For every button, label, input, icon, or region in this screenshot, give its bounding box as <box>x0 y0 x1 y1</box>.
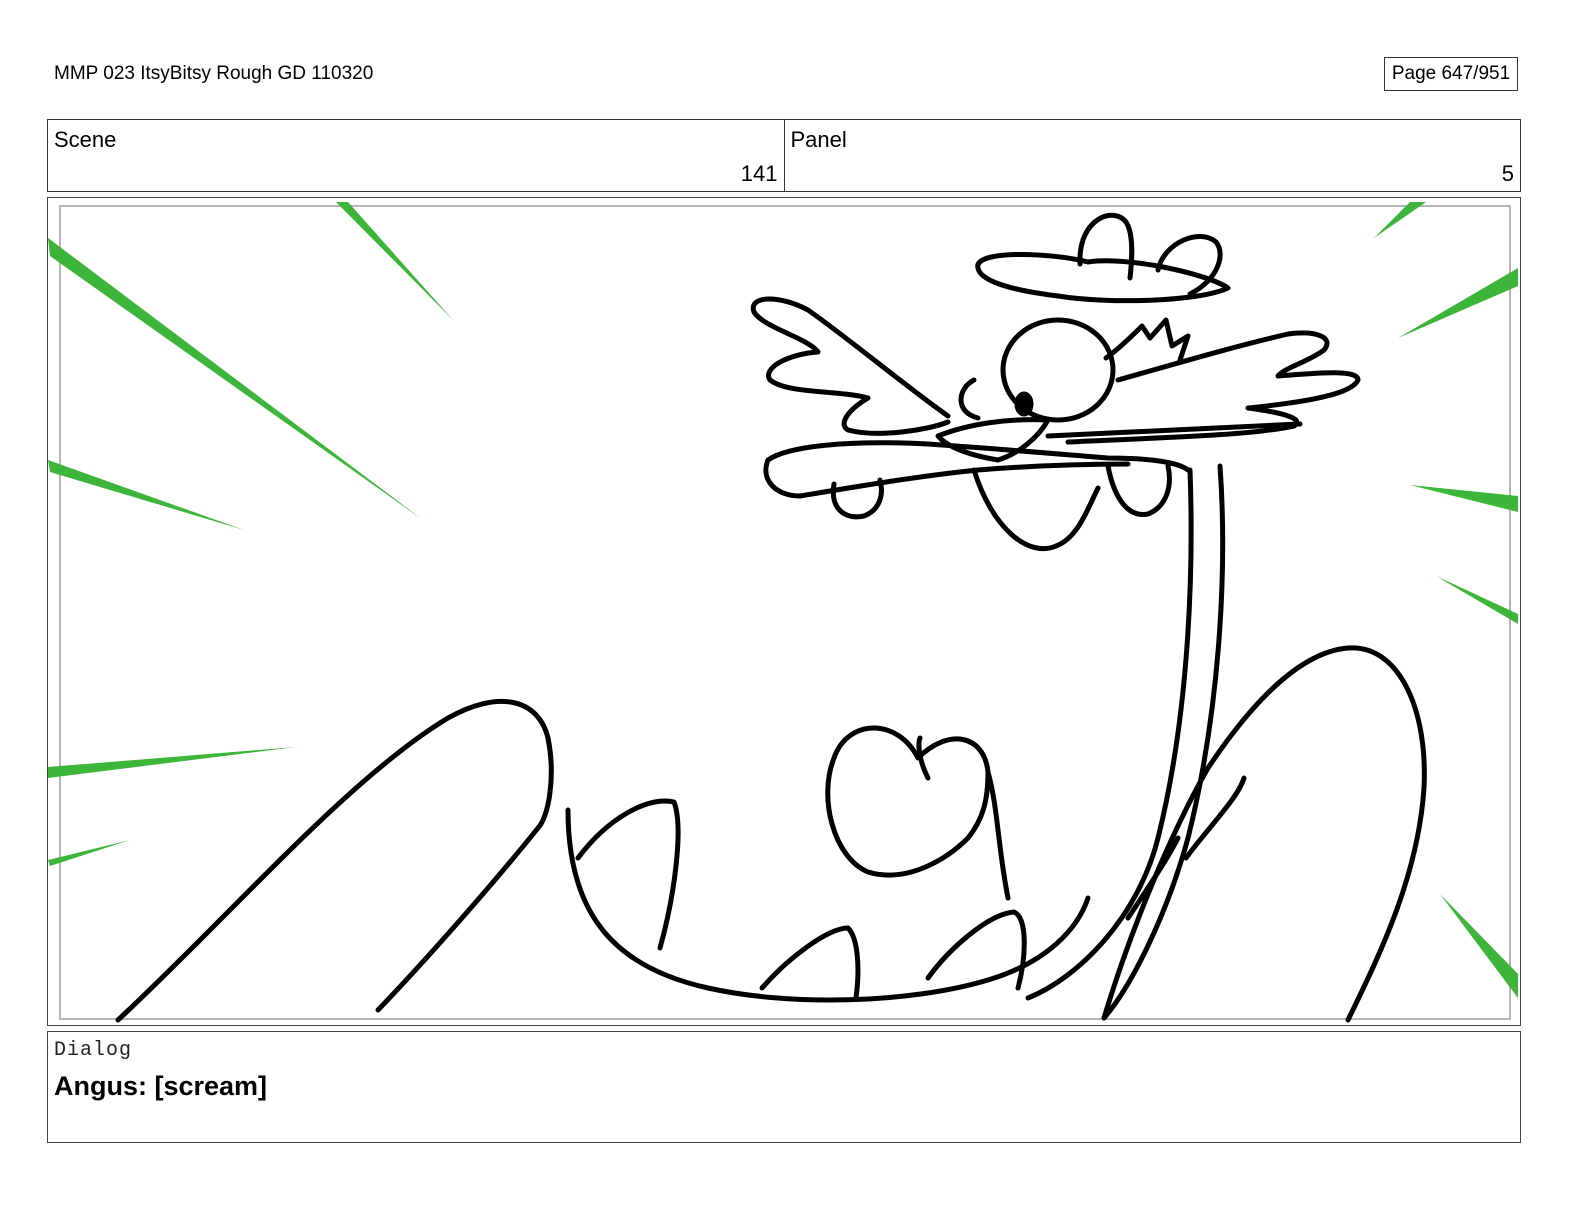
character-sketch <box>115 212 1427 1023</box>
document-title: MMP 023 ItsyBitsy Rough GD 110320 <box>54 63 374 84</box>
safe-area-frame <box>59 205 1511 1020</box>
action-lines <box>48 202 1518 998</box>
panel-number: 5 <box>1501 161 1514 186</box>
page-indicator: Page 647/951 <box>1384 57 1518 91</box>
scene-number: 141 <box>740 161 778 186</box>
action-line <box>1440 894 1518 998</box>
action-line <box>336 202 453 320</box>
action-line <box>1436 576 1518 624</box>
action-line <box>1398 268 1518 338</box>
dialog-label: Dialog <box>54 1039 133 1062</box>
action-line <box>48 747 296 778</box>
panel-cell: Panel 5 <box>783 120 1521 191</box>
scene-label: Scene <box>54 127 117 152</box>
scene-panel-info: Scene 141 Panel 5 <box>47 119 1521 192</box>
dialog-line: Angus: [scream] <box>54 1071 268 1101</box>
action-line <box>1374 202 1426 238</box>
scene-cell: Scene 141 <box>48 120 784 191</box>
storyboard-panel <box>47 197 1521 1026</box>
panel-label: Panel <box>790 127 847 152</box>
action-line <box>48 460 244 530</box>
action-line <box>1410 485 1518 512</box>
action-line <box>48 238 423 520</box>
storyboard-sketch <box>48 202 1518 1023</box>
dialog-box: Dialog Angus: [scream] <box>47 1031 1521 1143</box>
